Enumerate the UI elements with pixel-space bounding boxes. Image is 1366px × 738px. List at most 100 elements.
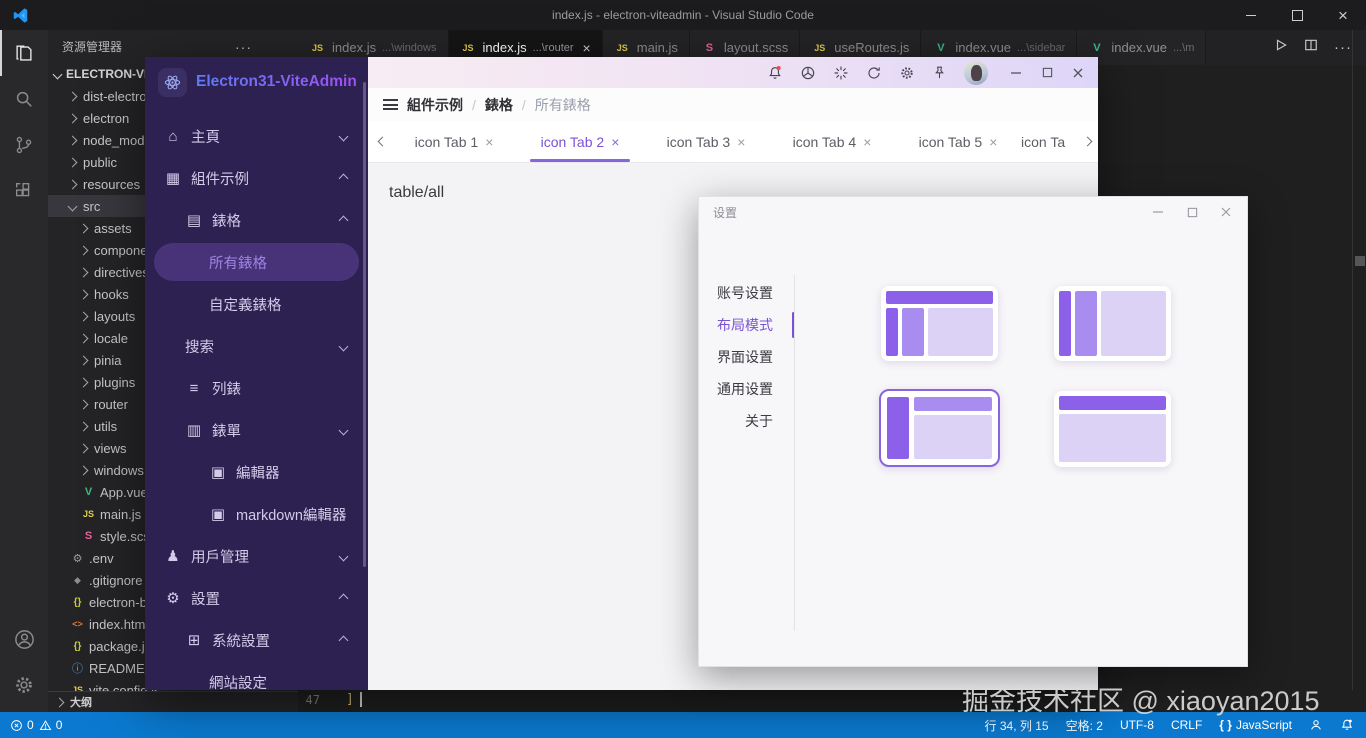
layout-option-header-only[interactable] xyxy=(1054,391,1171,467)
settings-menu-item[interactable]: 布局模式 xyxy=(715,309,773,341)
app-tab[interactable]: icon Tab 5 × xyxy=(895,121,1021,162)
chevron-right-icon xyxy=(55,697,65,707)
account-icon[interactable] xyxy=(0,616,48,662)
more-icon[interactable]: ··· xyxy=(1334,39,1352,56)
refresh-icon[interactable] xyxy=(866,65,882,81)
chevron-right-icon xyxy=(79,223,89,233)
layout-option-classic-aside-header-selected[interactable] xyxy=(879,389,1000,467)
run-icon[interactable] xyxy=(1274,38,1288,57)
sidebar-menu-item[interactable]: 系統設置 xyxy=(145,619,368,661)
html-icon xyxy=(69,619,86,629)
breadcrumb-item[interactable]: 組件示例 xyxy=(407,95,463,115)
braces-icon: { } xyxy=(1219,718,1232,732)
sidebar-menu-item[interactable]: 設置 xyxy=(145,577,368,619)
eol-sequence[interactable]: CRLF xyxy=(1171,718,1202,732)
app-tab[interactable]: icon Tab 1 × xyxy=(391,121,517,162)
source-control-icon[interactable] xyxy=(0,122,48,168)
maximize-icon[interactable] xyxy=(1040,66,1054,80)
close-icon[interactable]: × xyxy=(737,134,745,150)
encoding[interactable]: UTF-8 xyxy=(1120,718,1154,732)
notification-bell-icon[interactable] xyxy=(767,65,783,81)
app-brand[interactable]: Electron31-ViteAdmin xyxy=(145,57,368,107)
avatar[interactable] xyxy=(964,61,988,85)
close-icon[interactable] xyxy=(1071,66,1085,80)
breadcrumb-item[interactable]: 錶格 xyxy=(485,95,513,115)
sidebar-menu-item[interactable]: 編輯器 xyxy=(145,451,368,493)
chevron-down-icon xyxy=(339,551,349,561)
cursor-position[interactable]: 行 34, 列 15 xyxy=(985,717,1049,734)
sidebar-menu-item[interactable]: markdown編輯器 xyxy=(145,493,368,535)
layout-option-header-with-double-aside[interactable] xyxy=(881,286,998,361)
divider xyxy=(794,275,795,631)
warnings-indicator[interactable]: 0 xyxy=(39,718,63,732)
pin-icon[interactable] xyxy=(932,65,947,80)
errors-indicator[interactable]: 0 xyxy=(10,718,34,732)
settings-gear-icon[interactable] xyxy=(899,65,915,81)
notifications-bell-icon[interactable] xyxy=(1340,718,1354,732)
explorer-icon[interactable] xyxy=(0,30,48,76)
chevron-right-icon xyxy=(79,399,89,409)
settings-menu-item[interactable]: 通用设置 xyxy=(715,373,773,405)
close-icon[interactable]: × xyxy=(989,134,997,150)
search-icon[interactable] xyxy=(0,76,48,122)
close-icon[interactable] xyxy=(1320,0,1366,30)
close-icon[interactable] xyxy=(1219,205,1233,219)
app-tab[interactable]: icon Ta xyxy=(1021,121,1079,162)
app-topbar xyxy=(368,57,1098,88)
layout-option-double-aside-columns[interactable] xyxy=(1054,286,1171,361)
minimize-icon[interactable] xyxy=(1228,0,1274,30)
sidebar-menu-item[interactable]: 用戶管理 xyxy=(145,535,368,577)
close-icon[interactable]: × xyxy=(863,134,871,150)
sidebar-scrollbar[interactable] xyxy=(363,82,366,567)
globe-icon[interactable] xyxy=(800,65,816,81)
dialog-titlebar: 设置 xyxy=(699,197,1247,227)
close-tab-icon[interactable]: × xyxy=(583,40,591,56)
language-mode[interactable]: { } JavaScript xyxy=(1219,718,1292,732)
settings-dialog: 设置 账号设置 布局模式 界面设置 通用设置 关于 xyxy=(698,196,1248,667)
sidebar-menu-item[interactable]: 錶格 xyxy=(145,199,368,241)
app-sidebar: Electron31-ViteAdmin 主頁 組件示例 錶格 xyxy=(145,57,368,690)
minimize-icon[interactable] xyxy=(1009,66,1023,80)
extensions-icon[interactable] xyxy=(0,168,48,214)
app-tab[interactable]: icon Tab 2 × xyxy=(517,121,643,162)
settings-menu-item[interactable]: 账号设置 xyxy=(715,277,773,309)
scroll-tabs-left-icon[interactable] xyxy=(374,138,391,145)
chevron-right-icon xyxy=(79,311,89,321)
app-tab[interactable]: icon Tab 4 × xyxy=(769,121,895,162)
editor-scrollbar[interactable] xyxy=(1352,30,1366,690)
outline-section[interactable]: 大纲 xyxy=(48,691,298,712)
close-icon[interactable]: × xyxy=(485,134,493,150)
app-tab[interactable]: icon Tab 3 × xyxy=(643,121,769,162)
settings-menu-item[interactable]: 关于 xyxy=(715,405,773,437)
components-icon xyxy=(164,169,182,187)
settings-menu-item[interactable]: 界面设置 xyxy=(715,341,773,373)
sidebar-menu-item[interactable]: 所有錶格 xyxy=(154,243,359,281)
close-icon[interactable]: × xyxy=(611,134,619,150)
more-actions-icon[interactable]: ··· xyxy=(235,39,252,55)
editor-icon xyxy=(209,463,227,481)
chevron-down-icon xyxy=(339,425,349,435)
sidebar-menu-item[interactable]: 搜索 xyxy=(145,325,368,367)
electron-logo-icon xyxy=(158,68,187,97)
sidebar-menu-item[interactable]: 主頁 xyxy=(145,115,368,157)
scroll-tabs-right-icon[interactable] xyxy=(1079,138,1096,145)
split-editor-icon[interactable] xyxy=(1304,38,1318,57)
sidebar-menu-item[interactable]: 錶單 xyxy=(145,409,368,451)
settings-gear-icon[interactable] xyxy=(0,662,48,708)
collapse-menu-icon[interactable] xyxy=(383,99,398,110)
chevron-right-icon xyxy=(79,377,89,387)
sidebar-menu-item[interactable]: 列錶 xyxy=(145,367,368,409)
sidebar-menu-item[interactable]: 自定義錶格 xyxy=(145,283,368,325)
scrollbar-thumb[interactable] xyxy=(1355,256,1365,266)
vue-icon xyxy=(1088,42,1105,54)
maximize-icon[interactable] xyxy=(1185,205,1199,219)
indentation[interactable]: 空格: 2 xyxy=(1066,717,1103,734)
minimize-icon[interactable] xyxy=(1151,205,1165,219)
sidebar-menu-item[interactable]: 網站設定 xyxy=(145,661,368,690)
sparkle-icon[interactable] xyxy=(833,65,849,81)
sidebar-menu-item[interactable]: 組件示例 xyxy=(145,157,368,199)
feedback-icon[interactable] xyxy=(1309,718,1323,732)
breadcrumb-current: 所有錶格 xyxy=(535,95,591,115)
chevron-right-icon xyxy=(68,157,78,167)
maximize-icon[interactable] xyxy=(1274,0,1320,30)
